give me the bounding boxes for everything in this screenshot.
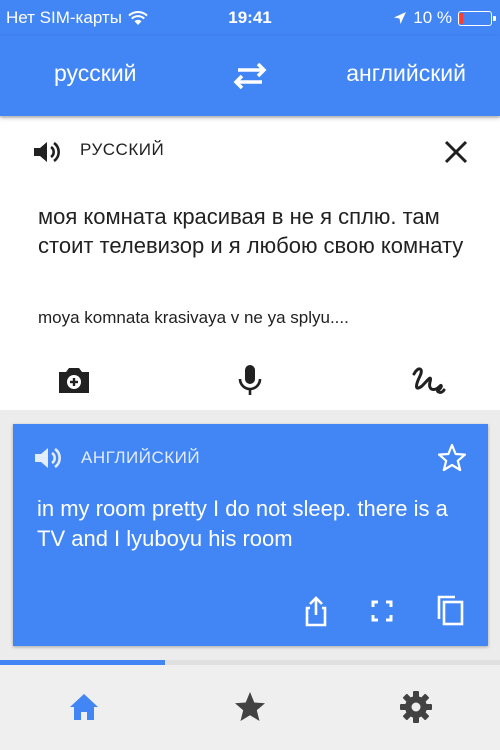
wifi-icon (128, 10, 148, 25)
camera-icon (59, 368, 89, 393)
speaker-icon (34, 141, 60, 163)
location-arrow-icon (394, 12, 407, 24)
battery-level-fill (460, 12, 463, 24)
fullscreen-icon (371, 600, 393, 622)
tab-home[interactable] (64, 687, 104, 727)
status-left: Нет SIM-карты (6, 8, 148, 28)
microphone-icon (238, 365, 262, 395)
target-language-label: АНГЛИЙСКИЙ (81, 448, 201, 467)
source-card: РУССКИЙ моя комната красивая в не я сплю… (0, 118, 500, 410)
handwriting-button[interactable] (408, 360, 448, 400)
transliteration-text: moya komnata krasivaya v ne ya splyu.... (38, 308, 349, 327)
handwriting-icon (412, 367, 446, 394)
close-icon (444, 140, 468, 164)
source-language-label: РУССКИЙ (80, 140, 165, 159)
swap-arrows-icon (233, 62, 267, 90)
source-card-header: РУССКИЙ (0, 118, 500, 178)
carrier-label: Нет SIM-карты (6, 8, 122, 27)
target-language-button[interactable]: английский (346, 60, 466, 87)
speaker-icon (35, 447, 61, 469)
translation-card[interactable]: АНГЛИЙСКИЙ in my room pretty I do not sl… (13, 424, 488, 646)
translation-speak-button[interactable] (33, 446, 63, 470)
voice-input-button[interactable] (230, 360, 270, 400)
source-text-input[interactable]: моя комната красивая в не я сплю. там ст… (38, 202, 478, 260)
translation-text: in my room pretty I do not sleep. there … (37, 496, 448, 551)
clear-input-button[interactable] (442, 138, 470, 166)
fullscreen-button[interactable] (365, 594, 399, 628)
share-icon (305, 596, 327, 627)
copy-button[interactable] (433, 592, 467, 626)
settings-icon (400, 691, 432, 723)
tab-phrasebook[interactable] (230, 687, 270, 727)
source-speak-button[interactable] (32, 140, 62, 164)
translation-tools (13, 592, 488, 632)
status-right: 10 % (393, 8, 496, 28)
home-icon (70, 694, 98, 720)
star-outline-icon (437, 443, 467, 472)
swap-languages-button[interactable] (228, 58, 272, 94)
battery-percent: 10 % (413, 8, 452, 27)
star-icon (235, 692, 265, 721)
status-bar: Нет SIM-карты 19:41 10 % (0, 0, 500, 36)
source-language-button[interactable]: русский (54, 60, 137, 87)
battery-icon (458, 10, 496, 26)
language-bar: русский английский (0, 36, 500, 116)
share-button[interactable] (299, 594, 333, 628)
tab-settings[interactable] (396, 687, 436, 727)
camera-button[interactable] (54, 360, 94, 400)
input-tools (0, 358, 500, 408)
save-phrase-button[interactable] (436, 442, 468, 474)
bottom-tab-bar (0, 665, 500, 750)
copy-icon (437, 595, 464, 626)
